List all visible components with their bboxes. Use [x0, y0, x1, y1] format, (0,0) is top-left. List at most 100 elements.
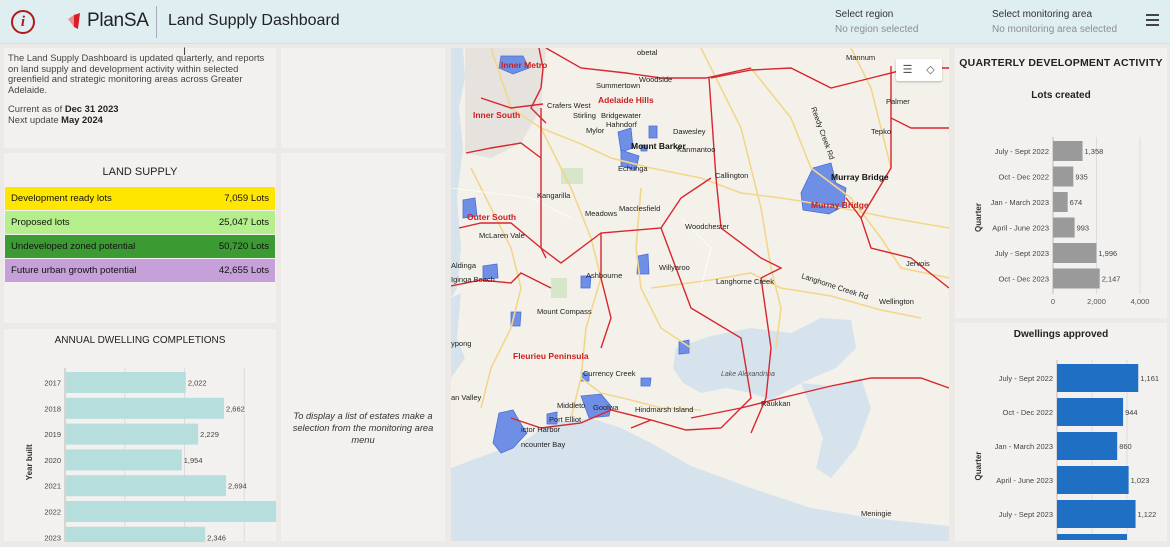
- map-canvas[interactable]: Inner Metro Inner South Adelaide Hills O…: [451, 48, 949, 541]
- chart-bar[interactable]: [65, 526, 206, 547]
- land-supply-row: Future urban growth potential 42,655 Lots: [5, 259, 275, 282]
- bar-value-label: 993: [1077, 224, 1090, 233]
- info-icon[interactable]: i: [11, 10, 35, 34]
- x-tick-label: 2,000: [1087, 297, 1106, 306]
- land-supply-panel: LAND SUPPLY Development ready lots 7,059 …: [4, 153, 276, 323]
- land-supply-label: Future urban growth potential: [11, 265, 137, 276]
- land-supply-title: LAND SUPPLY: [102, 166, 178, 178]
- bar-value-label: 2,147: [1102, 275, 1121, 284]
- chart-bar[interactable]: [1053, 217, 1075, 238]
- svg-text:Wellington: Wellington: [879, 297, 914, 306]
- chart-bar[interactable]: [1057, 398, 1124, 426]
- svg-text:Hahndorf: Hahndorf: [606, 120, 638, 129]
- intro-panel: The Land Supply Dashboard is updated qua…: [4, 48, 276, 148]
- dwellings-approved-panel: Dwellings approved July - Sept 2022 1,161…: [955, 323, 1167, 547]
- svg-text:Meadows: Meadows: [585, 209, 617, 218]
- bar-value-label: 1,996: [1098, 249, 1117, 258]
- select-monitoring-area-value: No monitoring area selected: [992, 24, 1118, 35]
- category-tick-label: Jan - March 2023: [991, 198, 1049, 207]
- bar-value-label: 2,022: [188, 379, 207, 388]
- land-supply-label: Undeveloped zoned potential: [11, 241, 136, 252]
- select-region-dropdown[interactable]: Select region No region selected: [835, 9, 918, 35]
- chart-bar[interactable]: [1057, 534, 1127, 547]
- chart-bar[interactable]: [1057, 364, 1139, 392]
- chart-bar[interactable]: [1057, 466, 1129, 494]
- bar-value-label: 1,954: [184, 456, 203, 465]
- svg-text:Callington: Callington: [715, 171, 748, 180]
- lots-created-chart: July - Sept 2022 1,358 Oct - Dec 2022 935 Ja…: [974, 137, 1149, 306]
- land-supply-row: Proposed lots 25,047 Lots: [5, 211, 275, 234]
- land-supply-list: Development ready lots 7,059 Lots Proposed…: [4, 187, 276, 282]
- chart-bar[interactable]: [65, 449, 182, 471]
- svg-text:Macclesfield: Macclesfield: [619, 204, 660, 213]
- chart-bar[interactable]: [65, 501, 293, 522]
- chart-bar[interactable]: [1057, 432, 1118, 460]
- category-tick-label: April - June 2023: [996, 476, 1053, 485]
- bar-value-label: 2,662: [226, 404, 245, 413]
- svg-text:Palmer: Palmer: [886, 97, 910, 106]
- map-label-murray-bridge-region: Murray Bridge: [811, 200, 869, 210]
- svg-text:Kanmantoo: Kanmantoo: [677, 145, 715, 154]
- category-tick-label: 2022: [44, 508, 61, 517]
- svg-text:Mannum: Mannum: [846, 53, 875, 62]
- map-view[interactable]: Inner Metro Inner South Adelaide Hills O…: [451, 48, 949, 541]
- svg-text:Reedy Creek Rd: Reedy Creek Rd: [809, 106, 836, 161]
- svg-text:Echunga: Echunga: [618, 164, 648, 173]
- map-label-inner-south: Inner South: [473, 110, 520, 120]
- land-supply-value: 50,720 Lots: [218, 241, 269, 252]
- chart-bar[interactable]: [1053, 141, 1083, 161]
- y-axis-label: Year built: [25, 444, 34, 480]
- chart-bar[interactable]: [1053, 243, 1097, 263]
- svg-text:ypong: ypong: [451, 339, 471, 348]
- dwellings-approved-title: Dwellings approved: [1013, 329, 1109, 340]
- category-tick-label: Oct - Dec 2022: [999, 173, 1049, 182]
- category-tick-label: 2021: [44, 482, 61, 491]
- chart-bar[interactable]: [65, 372, 186, 393]
- hamburger-menu-icon[interactable]: [1146, 14, 1159, 26]
- chart-bar[interactable]: [65, 475, 226, 497]
- category-tick-label: Oct - Dec 2022: [1003, 408, 1053, 417]
- svg-text:Ashbourne: Ashbourne: [586, 271, 622, 280]
- category-tick-label: April - June 2023: [992, 224, 1049, 233]
- legend-list-icon[interactable]: ☰: [896, 59, 919, 81]
- land-supply-value: 42,655 Lots: [218, 265, 269, 276]
- category-tick-label: Jan - March 2023: [995, 442, 1053, 451]
- annual-completions-title: ANNUAL DWELLING COMPLETIONS: [54, 335, 226, 346]
- chart-bar[interactable]: [1053, 166, 1074, 187]
- svg-text:Mount Compass: Mount Compass: [537, 307, 592, 316]
- logo-text: PlanSA: [87, 10, 149, 31]
- land-supply-label: Proposed lots: [11, 217, 70, 228]
- svg-text:obetal: obetal: [637, 48, 658, 57]
- svg-text:Tepko: Tepko: [871, 127, 891, 136]
- select-region-value: No region selected: [835, 24, 919, 35]
- land-supply-row: Development ready lots 7,059 Lots: [5, 187, 275, 210]
- chart-bar[interactable]: [1057, 500, 1136, 528]
- chart-bar[interactable]: [65, 423, 199, 445]
- svg-text:Kangarilla: Kangarilla: [537, 191, 571, 200]
- svg-text:Middleto: Middleto: [557, 401, 585, 410]
- bar-value-label: 1,023: [1131, 476, 1150, 485]
- svg-text:Bridgewater: Bridgewater: [601, 111, 642, 120]
- estates-message: To display a list of estates make a sele…: [292, 411, 434, 445]
- category-tick-label: Oct - Dec 2023: [999, 275, 1049, 284]
- svg-text:an Valley: an Valley: [451, 393, 482, 402]
- chart-bar[interactable]: [1053, 192, 1068, 212]
- svg-text:Aldinga: Aldinga: [451, 261, 477, 270]
- map-label-adelaide-hills: Adelaide Hills: [598, 95, 654, 105]
- svg-text:Willyaroo: Willyaroo: [659, 263, 690, 272]
- select-monitoring-area-dropdown[interactable]: Select monitoring area No monitoring are…: [992, 9, 1117, 35]
- layers-icon[interactable]: ◇: [919, 59, 942, 81]
- chart-bar[interactable]: [1053, 268, 1100, 289]
- bar-value-label: 944: [1125, 408, 1138, 417]
- svg-text:Dawesley: Dawesley: [673, 127, 706, 136]
- chart-bar[interactable]: [65, 397, 225, 419]
- svg-text:Currency Creek: Currency Creek: [583, 369, 636, 378]
- svg-text:Stirling: Stirling: [573, 111, 596, 120]
- annual-completions-panel: ANNUAL DWELLING COMPLETIONS 2017 2,022 201…: [4, 329, 313, 547]
- category-tick-label: 2017: [44, 379, 61, 388]
- bar-value-label: 860: [1119, 442, 1132, 451]
- y-axis-label: Quarter: [974, 203, 983, 232]
- svg-text:Goolwa: Goolwa: [593, 403, 619, 412]
- svg-text:Woodside: Woodside: [639, 75, 672, 84]
- land-supply-value: 25,047 Lots: [218, 217, 269, 228]
